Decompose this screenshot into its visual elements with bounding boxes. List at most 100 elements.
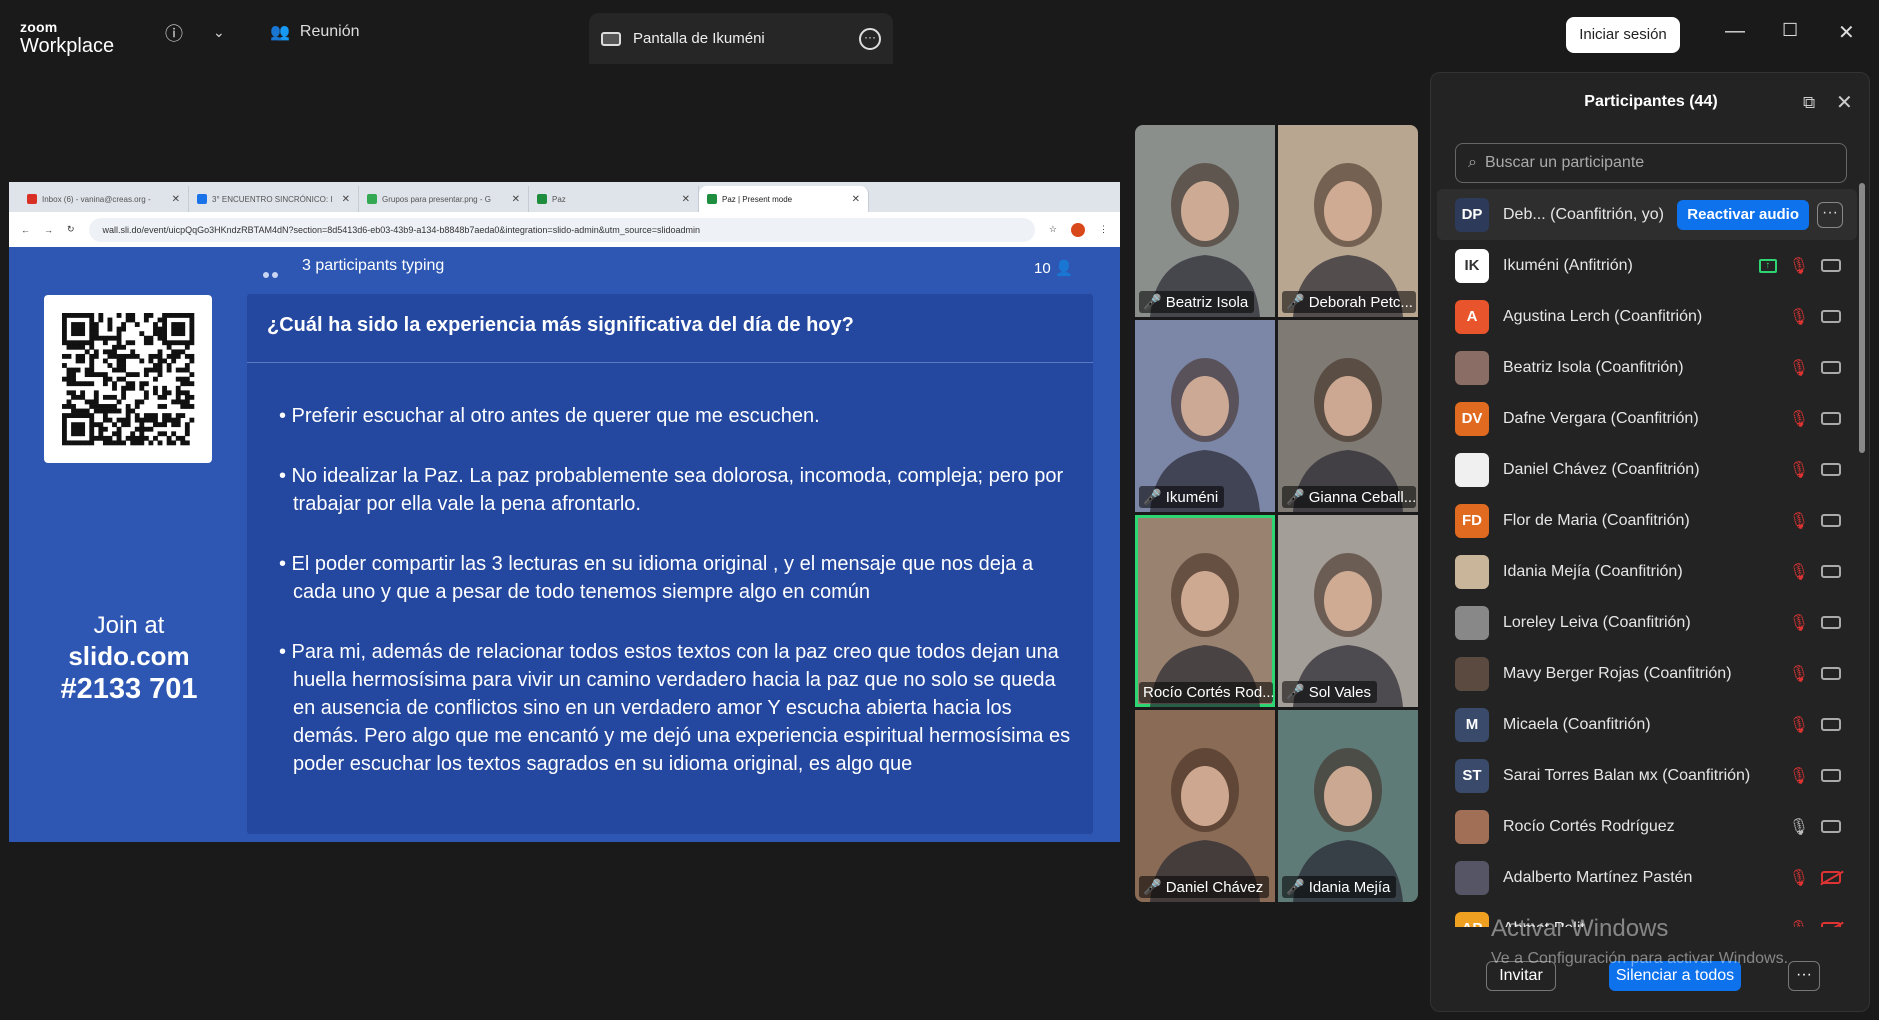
muted-mic-icon: 🎤: [1143, 879, 1162, 896]
person-silhouette: [1150, 358, 1260, 512]
participant-row[interactable]: Adalberto Martínez Pastén 🎙: [1437, 852, 1857, 903]
video-tile[interactable]: 🎤 Idania Mejía: [1278, 710, 1418, 902]
participant-name: Adalberto Martínez Pastén: [1503, 868, 1693, 886]
panel-close-icon[interactable]: ✕: [1836, 90, 1853, 115]
browser-tab[interactable]: Inbox (6) - vanina@creas.org - ✕: [19, 186, 189, 212]
participant-row[interactable]: M Micaela (Coanfitrión) 🎙: [1437, 699, 1857, 750]
profile-icon[interactable]: [1071, 222, 1085, 237]
tab-close-icon[interactable]: ✕: [852, 194, 860, 205]
forward-icon[interactable]: →: [44, 225, 53, 235]
participant-row[interactable]: DP Deb... (Coanfitrión, yo) Reactivar audi…: [1437, 189, 1857, 240]
participant-row[interactable]: A Agustina Lerch (Coanfitrión) 🎙: [1437, 291, 1857, 342]
unmute-button[interactable]: Reactivar audio: [1677, 199, 1809, 230]
tile-name: Idania Mejía: [1308, 879, 1391, 896]
participant-row[interactable]: DV Dafne Vergara (Coanfitrión) 🎙: [1437, 393, 1857, 444]
question-title: ¿Cuál ha sido la experiencia más signifi…: [267, 314, 854, 336]
more-button[interactable]: ···: [1817, 201, 1843, 228]
browser-chrome: Inbox (6) - vanina@creas.org - ✕ 3° ENCUEN…: [9, 182, 1120, 247]
participant-row[interactable]: ST Sarai Torres Balan ᴍx (Coanfitrión) 🎙: [1437, 750, 1857, 801]
camera-icon: [1821, 361, 1841, 374]
tab-close-icon[interactable]: ✕: [342, 194, 350, 205]
search-icon: ⌕: [1468, 154, 1477, 171]
tab-close-icon[interactable]: ✕: [682, 194, 690, 205]
more-icon[interactable]: ···: [859, 27, 881, 50]
video-tile[interactable]: Rocío Cortés Rod...: [1135, 515, 1275, 707]
participant-row[interactable]: Daniel Chávez (Coanfitrión) 🎙: [1437, 444, 1857, 495]
info-icon[interactable]: ⓘ: [165, 20, 183, 46]
browser-tab[interactable]: Paz | Present mode ✕: [699, 186, 869, 212]
tab-label: Inbox (6) - vanina@creas.org -: [42, 194, 151, 204]
video-tile[interactable]: 🎤 Gianna Ceball...: [1278, 320, 1418, 512]
popout-icon[interactable]: ⧉: [1803, 93, 1815, 113]
avatar: [1455, 809, 1489, 844]
chevron-down-icon[interactable]: ⌄: [213, 24, 225, 41]
logo-line2: Workplace: [20, 35, 115, 57]
avatar: M: [1455, 707, 1489, 742]
avatar: [1455, 656, 1489, 691]
participant-row[interactable]: IK Ikuméni (Anfitrión) ↑ 🎙: [1437, 240, 1857, 291]
tab-close-icon[interactable]: ✕: [512, 194, 520, 205]
minimize-icon[interactable]: —: [1725, 20, 1745, 43]
browser-tabs: Inbox (6) - vanina@creas.org - ✕ 3° ENCUEN…: [9, 182, 1120, 212]
browser-tab[interactable]: Grupos para presentar.png - G ✕: [359, 186, 529, 212]
more-options-button[interactable]: ···: [1788, 961, 1820, 991]
camera-icon: [1821, 412, 1841, 425]
participant-list: DP Deb... (Coanfitrión, yo) Reactivar audi…: [1437, 189, 1857, 927]
video-tile[interactable]: 🎤 Ikuméni: [1135, 320, 1275, 512]
camera-icon: [1821, 667, 1841, 680]
avatar: [1455, 452, 1489, 487]
tile-name: Sol Vales: [1308, 684, 1371, 701]
participant-row[interactable]: Loreley Leiva (Coanfitrión) 🎙: [1437, 597, 1857, 648]
search-input[interactable]: ⌕ Buscar un participante: [1455, 143, 1847, 183]
participant-row[interactable]: FD Flor de Maria (Coanfitrión) 🎙: [1437, 495, 1857, 546]
tab-close-icon[interactable]: ✕: [172, 194, 180, 205]
avatar: [1455, 350, 1489, 385]
status-icons: 🎙: [1789, 715, 1841, 735]
favicon-icon: [537, 194, 547, 204]
url-field[interactable]: wall.sli.do/event/uicpQqGo3HKndzRBTAM4dN…: [88, 217, 1035, 242]
favicon-icon: [27, 194, 37, 204]
screen-share-tab[interactable]: Pantalla de Ikuméni ···: [589, 13, 893, 64]
scrollbar[interactable]: [1859, 183, 1865, 453]
person-silhouette: [1293, 748, 1403, 902]
participant-row[interactable]: Beatriz Isola (Coanfitrión) 🎙: [1437, 342, 1857, 393]
status-icons: 🎙: [1789, 766, 1841, 786]
menu-icon[interactable]: ⋮: [1099, 224, 1108, 235]
muted-mic-icon: 🎤: [1286, 684, 1305, 701]
status-icons: 🎙: [1789, 664, 1841, 684]
muted-mic-icon: 🎤: [1286, 879, 1305, 896]
logo-line1: zoom: [20, 19, 58, 35]
person-silhouette: [1150, 748, 1260, 902]
status-icons: 🎙: [1789, 868, 1841, 888]
video-tile[interactable]: 🎤 Beatriz Isola: [1135, 125, 1275, 317]
muted-mic-icon: 🎤: [1143, 489, 1162, 506]
browser-tab[interactable]: Paz ✕: [529, 186, 699, 212]
browser-tab[interactable]: 3° ENCUENTRO SINCRÓNICO: I ✕: [189, 186, 359, 212]
participant-name: Dafne Vergara (Coanfitrión): [1503, 409, 1699, 427]
maximize-icon[interactable]: ☐: [1782, 20, 1798, 41]
avatar: FD: [1455, 503, 1489, 538]
close-icon[interactable]: ✕: [1838, 20, 1855, 45]
typing-dots: [263, 265, 281, 283]
tile-name-label: 🎤 Ikuméni: [1139, 486, 1225, 508]
participant-name: Idania Mejía (Coanfitrión): [1503, 562, 1683, 580]
video-tile[interactable]: 🎤 Daniel Chávez: [1135, 710, 1275, 902]
answer-item: • Preferir escuchar al otro antes de que…: [279, 405, 820, 427]
back-icon[interactable]: ←: [21, 225, 30, 235]
participant-row[interactable]: Idania Mejía (Coanfitrión) 🎙: [1437, 546, 1857, 597]
video-tile[interactable]: 🎤 Sol Vales: [1278, 515, 1418, 707]
person-silhouette: [1150, 553, 1260, 707]
muted-mic-icon: 🎙: [1788, 410, 1809, 428]
avatar: [1455, 605, 1489, 640]
signin-button[interactable]: Iniciar sesión: [1566, 17, 1680, 53]
participant-row[interactable]: Mavy Berger Rojas (Coanfitrión) 🎙: [1437, 648, 1857, 699]
zoom-window: zoom Workplace ⓘ ⌄ 👥 Reunión Pantalla de…: [0, 0, 1879, 1020]
reload-icon[interactable]: ↻: [67, 224, 75, 235]
status-icons: 🎙: [1789, 460, 1841, 480]
star-icon[interactable]: ☆: [1049, 224, 1057, 235]
muted-mic-icon: 🎙: [1788, 716, 1809, 734]
share-tab-label: Pantalla de Ikuméni: [633, 30, 765, 47]
meeting-tab[interactable]: 👥 Reunión: [270, 22, 360, 42]
video-tile[interactable]: 🎤 Deborah Petc...: [1278, 125, 1418, 317]
participant-row[interactable]: Rocío Cortés Rodríguez 🎙: [1437, 801, 1857, 852]
